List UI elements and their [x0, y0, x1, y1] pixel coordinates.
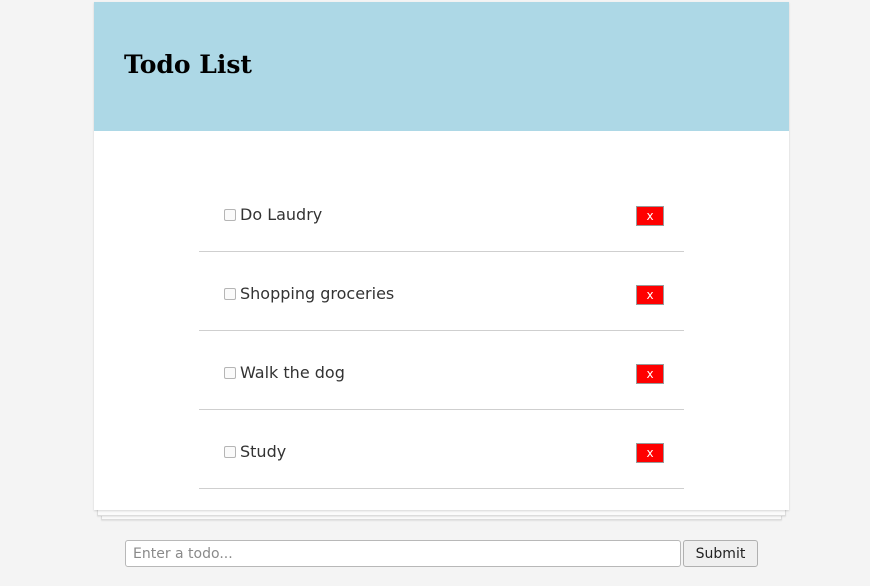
- todo-list: Do Laudry x Shopping groceries x Walk th…: [199, 173, 684, 489]
- delete-button[interactable]: x: [636, 364, 664, 384]
- todo-checkbox[interactable]: [224, 367, 236, 379]
- todo-checkbox[interactable]: [224, 288, 236, 300]
- page-title: Todo List: [124, 50, 252, 79]
- list-item: Shopping groceries x: [199, 252, 684, 331]
- todo-label: Study: [240, 442, 287, 461]
- todo-checkbox[interactable]: [224, 446, 236, 458]
- header: Todo List: [94, 2, 789, 131]
- submit-button[interactable]: Submit: [683, 540, 758, 567]
- todo-label: Shopping groceries: [240, 284, 395, 303]
- delete-button[interactable]: x: [636, 206, 664, 226]
- todo-label: Do Laudry: [240, 205, 323, 224]
- list-item: Study x: [199, 410, 684, 489]
- list-item: Walk the dog x: [199, 331, 684, 410]
- todo-checkbox[interactable]: [224, 209, 236, 221]
- todo-card: Todo List Do Laudry x Shopping groceries…: [94, 2, 789, 510]
- todo-input[interactable]: [125, 540, 681, 567]
- todo-label: Walk the dog: [240, 363, 345, 382]
- delete-button[interactable]: x: [636, 285, 664, 305]
- delete-button[interactable]: x: [636, 443, 664, 463]
- list-item: Do Laudry x: [199, 173, 684, 252]
